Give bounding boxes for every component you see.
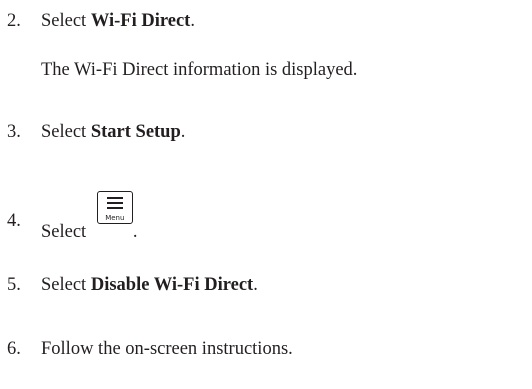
step-emphasis: Disable Wi-Fi Direct bbox=[90, 275, 254, 295]
step-number: 6. bbox=[7, 339, 21, 359]
step-emphasis: Wi-Fi Direct bbox=[90, 11, 191, 31]
step-number: 5. bbox=[7, 275, 21, 295]
step-text: Select Menu. bbox=[41, 191, 137, 242]
step-emphasis: Start Setup bbox=[90, 122, 181, 142]
step-number: 3. bbox=[7, 122, 21, 142]
step-number: 4. bbox=[7, 211, 21, 231]
menu-icon: Menu bbox=[96, 191, 133, 224]
step-2-note: The Wi-Fi Direct information is displaye… bbox=[41, 60, 358, 80]
step-text: Select Start Setup. bbox=[41, 122, 186, 142]
step-text: Select Wi-Fi Direct. bbox=[41, 11, 195, 31]
step-text: Select Disable Wi-Fi Direct. bbox=[41, 275, 258, 295]
step-text: Follow the on-screen instructions. bbox=[41, 339, 293, 359]
step-number: 2. bbox=[7, 11, 21, 31]
